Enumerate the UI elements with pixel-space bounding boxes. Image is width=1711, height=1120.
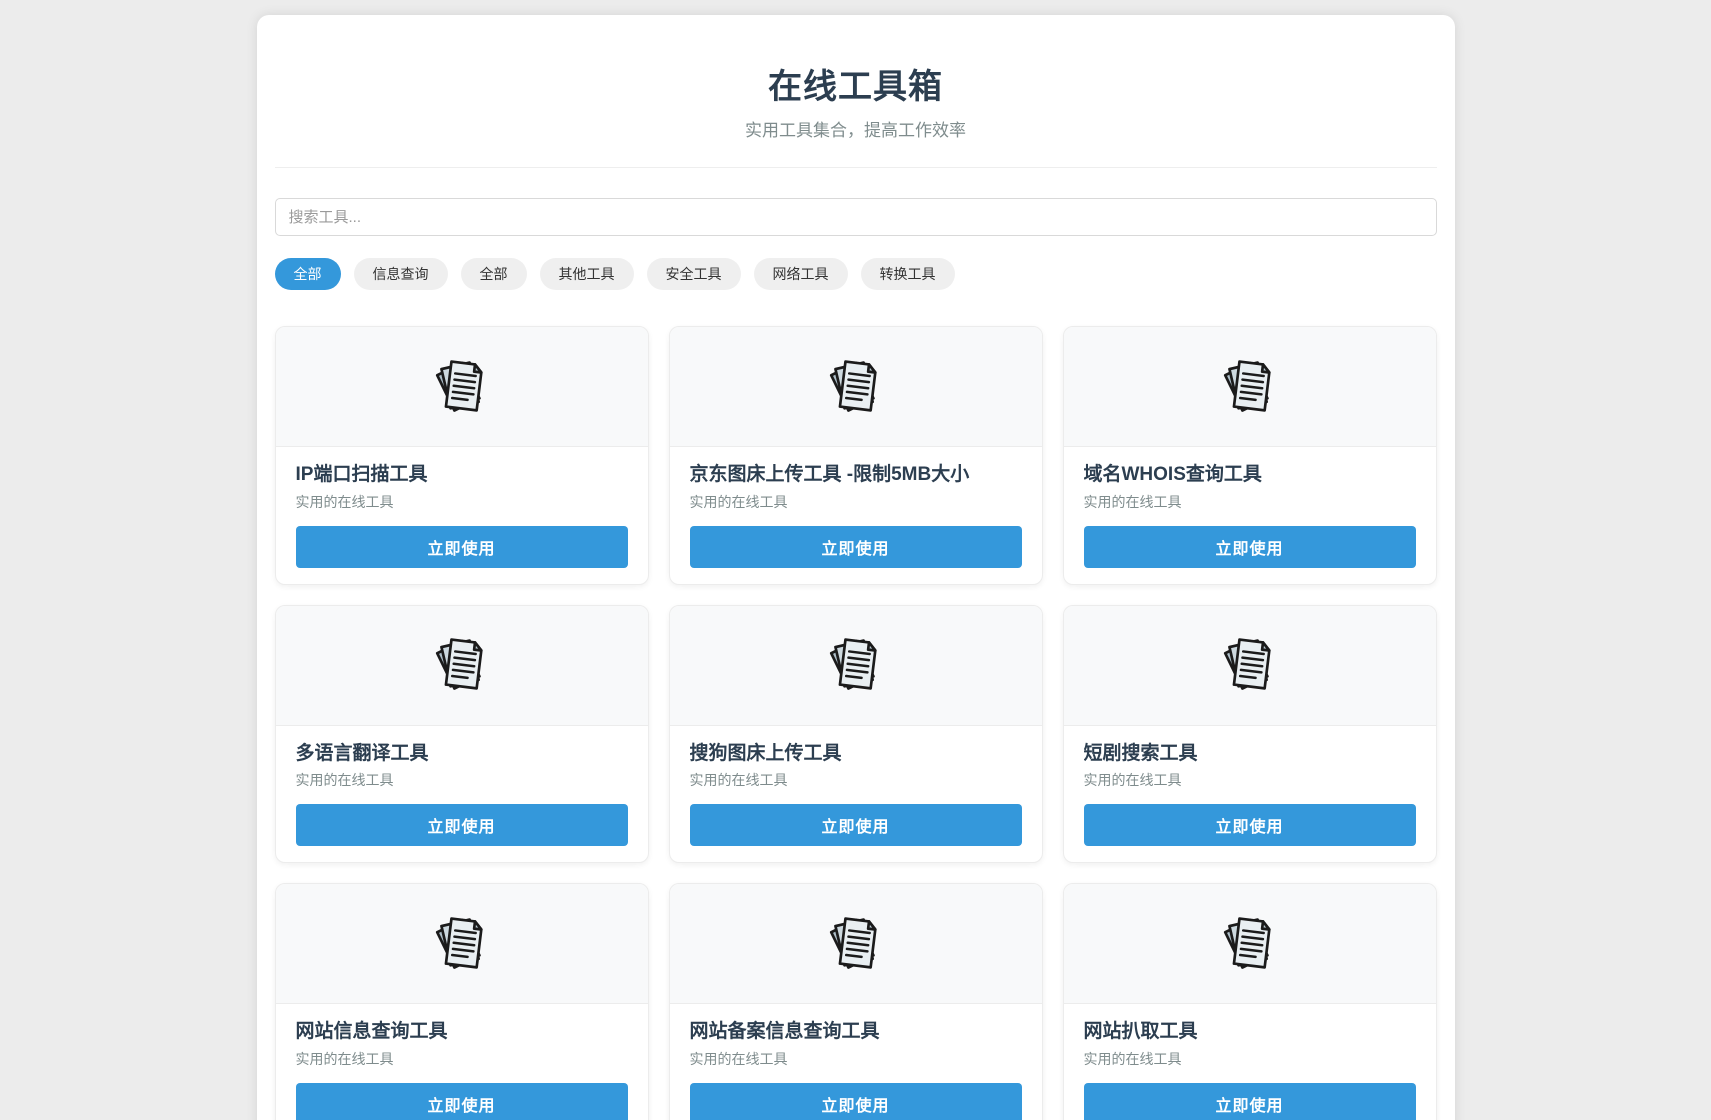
tool-card-image bbox=[670, 606, 1042, 726]
tool-card-image bbox=[276, 606, 648, 726]
tool-card-image bbox=[1064, 327, 1436, 447]
documents-icon bbox=[1217, 634, 1283, 696]
use-now-button[interactable]: 立即使用 bbox=[296, 1083, 628, 1120]
tool-card-title: 京东图床上传工具 -限制5MB大小 bbox=[690, 463, 1022, 487]
tool-card-body: 搜狗图床上传工具 实用的在线工具 立即使用 bbox=[670, 726, 1042, 863]
tool-card-title: 网站扒取工具 bbox=[1084, 1020, 1416, 1044]
tool-card-image bbox=[1064, 884, 1436, 1004]
tool-card: 短剧搜索工具 实用的在线工具 立即使用 bbox=[1063, 605, 1437, 864]
tool-card-image bbox=[670, 327, 1042, 447]
tool-card: 域名WHOIS查询工具 实用的在线工具 立即使用 bbox=[1063, 326, 1437, 585]
main-panel: 在线工具箱 实用工具集合，提高工作效率 全部信息查询全部其他工具安全工具网络工具… bbox=[257, 15, 1455, 1120]
documents-icon bbox=[1217, 356, 1283, 418]
use-now-button[interactable]: 立即使用 bbox=[690, 1083, 1022, 1120]
tool-card-title: IP端口扫描工具 bbox=[296, 463, 628, 487]
page-title: 在线工具箱 bbox=[275, 59, 1437, 108]
tool-card-description: 实用的在线工具 bbox=[1084, 771, 1416, 790]
tool-card-image bbox=[276, 884, 648, 1004]
tool-card: 网站信息查询工具 实用的在线工具 立即使用 bbox=[275, 883, 649, 1120]
page-subtitle: 实用工具集合，提高工作效率 bbox=[275, 116, 1437, 141]
tool-card: 网站扒取工具 实用的在线工具 立即使用 bbox=[1063, 883, 1437, 1120]
tool-card: 网站备案信息查询工具 实用的在线工具 立即使用 bbox=[669, 883, 1043, 1120]
tool-card-title: 网站备案信息查询工具 bbox=[690, 1020, 1022, 1044]
use-now-button[interactable]: 立即使用 bbox=[1084, 526, 1416, 568]
tool-card: IP端口扫描工具 实用的在线工具 立即使用 bbox=[275, 326, 649, 585]
documents-icon bbox=[429, 913, 495, 975]
filter-pill[interactable]: 安全工具 bbox=[647, 258, 741, 290]
tool-card-description: 实用的在线工具 bbox=[690, 771, 1022, 790]
tool-grid: IP端口扫描工具 实用的在线工具 立即使用 bbox=[275, 326, 1437, 1120]
tool-card: 多语言翻译工具 实用的在线工具 立即使用 bbox=[275, 605, 649, 864]
tool-card-image bbox=[1064, 606, 1436, 726]
filter-pill[interactable]: 网络工具 bbox=[754, 258, 848, 290]
tool-card-body: 网站扒取工具 实用的在线工具 立即使用 bbox=[1064, 1004, 1436, 1120]
filter-pill[interactable]: 其他工具 bbox=[540, 258, 634, 290]
page-header: 在线工具箱 实用工具集合，提高工作效率 bbox=[275, 59, 1437, 168]
use-now-button[interactable]: 立即使用 bbox=[296, 526, 628, 568]
search-input[interactable] bbox=[275, 198, 1437, 236]
documents-icon bbox=[1217, 913, 1283, 975]
tool-card-title: 搜狗图床上传工具 bbox=[690, 742, 1022, 766]
tool-card-image bbox=[670, 884, 1042, 1004]
tool-card-description: 实用的在线工具 bbox=[690, 1050, 1022, 1069]
tool-card-body: 网站备案信息查询工具 实用的在线工具 立即使用 bbox=[670, 1004, 1042, 1120]
tool-card-title: 多语言翻译工具 bbox=[296, 742, 628, 766]
documents-icon bbox=[429, 356, 495, 418]
tool-card: 京东图床上传工具 -限制5MB大小 实用的在线工具 立即使用 bbox=[669, 326, 1043, 585]
tool-card-description: 实用的在线工具 bbox=[296, 1050, 628, 1069]
tool-card-title: 短剧搜索工具 bbox=[1084, 742, 1416, 766]
tool-card-body: 域名WHOIS查询工具 实用的在线工具 立即使用 bbox=[1064, 447, 1436, 584]
tool-card-title: 域名WHOIS查询工具 bbox=[1084, 463, 1416, 487]
documents-icon bbox=[823, 913, 889, 975]
tool-card-body: 京东图床上传工具 -限制5MB大小 实用的在线工具 立即使用 bbox=[670, 447, 1042, 584]
tool-card-body: IP端口扫描工具 实用的在线工具 立即使用 bbox=[276, 447, 648, 584]
tool-card-image bbox=[276, 327, 648, 447]
use-now-button[interactable]: 立即使用 bbox=[690, 526, 1022, 568]
use-now-button[interactable]: 立即使用 bbox=[1084, 804, 1416, 846]
documents-icon bbox=[823, 356, 889, 418]
use-now-button[interactable]: 立即使用 bbox=[690, 804, 1022, 846]
filter-pill[interactable]: 转换工具 bbox=[861, 258, 955, 290]
use-now-button[interactable]: 立即使用 bbox=[296, 804, 628, 846]
tool-card: 搜狗图床上传工具 实用的在线工具 立即使用 bbox=[669, 605, 1043, 864]
tool-card-description: 实用的在线工具 bbox=[296, 771, 628, 790]
tool-card-description: 实用的在线工具 bbox=[1084, 1050, 1416, 1069]
documents-icon bbox=[429, 634, 495, 696]
tool-card-description: 实用的在线工具 bbox=[1084, 493, 1416, 512]
tool-card-body: 多语言翻译工具 实用的在线工具 立即使用 bbox=[276, 726, 648, 863]
filter-pill[interactable]: 全部 bbox=[275, 258, 341, 290]
tool-card-body: 网站信息查询工具 实用的在线工具 立即使用 bbox=[276, 1004, 648, 1120]
filter-pill[interactable]: 全部 bbox=[461, 258, 527, 290]
use-now-button[interactable]: 立即使用 bbox=[1084, 1083, 1416, 1120]
documents-icon bbox=[823, 634, 889, 696]
tool-card-description: 实用的在线工具 bbox=[690, 493, 1022, 512]
filter-pill[interactable]: 信息查询 bbox=[354, 258, 448, 290]
tool-card-title: 网站信息查询工具 bbox=[296, 1020, 628, 1044]
filter-bar: 全部信息查询全部其他工具安全工具网络工具转换工具 bbox=[275, 258, 1437, 290]
tool-card-description: 实用的在线工具 bbox=[296, 493, 628, 512]
tool-card-body: 短剧搜索工具 实用的在线工具 立即使用 bbox=[1064, 726, 1436, 863]
